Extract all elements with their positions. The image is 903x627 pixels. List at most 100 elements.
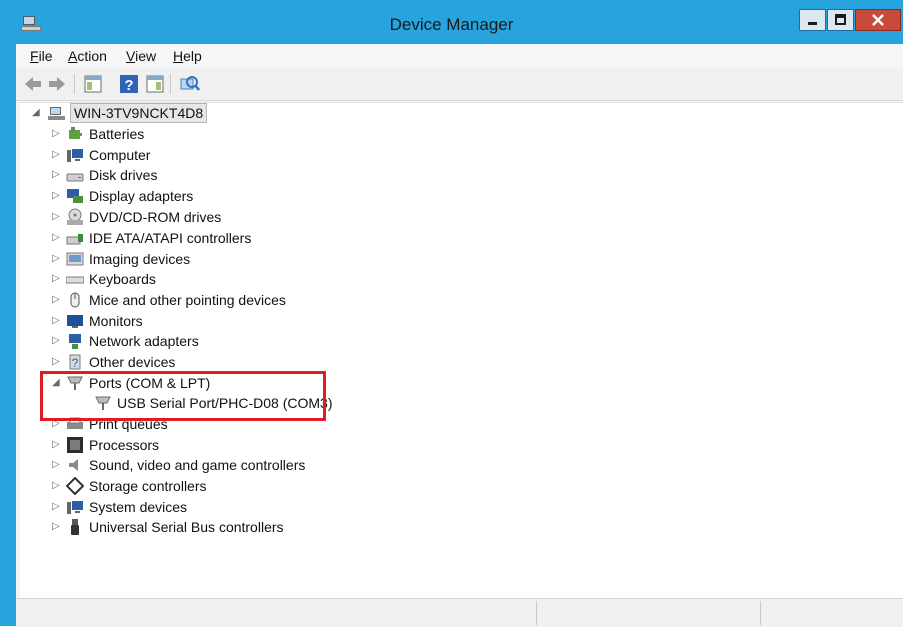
window-title: Device Manager (389, 15, 514, 34)
network-adapter-icon (69, 334, 81, 349)
tree-item-display-adapters[interactable]: ▷ Display adapters (52, 186, 352, 206)
expand-arrow-icon[interactable]: ▷ (52, 252, 62, 266)
close-button[interactable] (855, 9, 901, 31)
properties-icon[interactable] (82, 73, 104, 95)
tree-item-label: Other devices (89, 354, 176, 370)
device-tree[interactable]: ◢ WIN-3TV9NCKT4D8 ▷ Batteries ▷ Computer… (20, 102, 903, 599)
tree-item-label: Display adapters (89, 188, 194, 204)
keyboard-icon (66, 276, 84, 284)
menu-help[interactable]: Help (173, 48, 202, 64)
tree-item-label: System devices (89, 499, 188, 515)
toolbar-separator (170, 74, 171, 94)
toolbar: ? (16, 68, 903, 101)
status-bar-divider (536, 601, 537, 625)
minimize-button[interactable] (799, 9, 826, 31)
tree-item-computer[interactable]: ▷ Computer (52, 145, 352, 165)
imaging-device-icon (66, 252, 84, 266)
disk-drive-icon (66, 173, 84, 182)
tree-item-storage-controllers[interactable]: ▷ Storage controllers (52, 476, 352, 496)
expand-arrow-icon[interactable]: ▷ (52, 168, 62, 182)
expand-arrow-icon[interactable]: ▷ (52, 293, 62, 307)
display-adapter-icon (67, 189, 83, 203)
expand-arrow-icon[interactable]: ▷ (52, 148, 62, 162)
other-devices-icon: ? (69, 354, 81, 370)
svg-text:?: ? (124, 77, 133, 94)
tree-item-label: Monitors (89, 313, 143, 329)
back-icon[interactable] (22, 73, 44, 95)
expand-arrow-icon[interactable]: ▷ (52, 189, 62, 203)
title-bar[interactable]: Device Manager (0, 0, 903, 44)
tree-item-label: Universal Serial Bus controllers (89, 519, 284, 535)
ide-controller-icon (66, 234, 83, 245)
maximize-icon (835, 14, 846, 25)
expand-arrow-icon[interactable]: ▷ (52, 127, 62, 141)
toolbar-separator (74, 74, 75, 94)
tree-item-label: IDE ATA/ATAPI controllers (89, 230, 252, 246)
expand-arrow-icon[interactable]: ▷ (52, 500, 62, 514)
status-bar-divider (760, 601, 761, 625)
expand-arrow-icon[interactable]: ▷ (52, 334, 62, 348)
tree-item-monitors[interactable]: ▷ Monitors (52, 311, 352, 331)
tree-item-other-devices[interactable]: ▷ ? Other devices (52, 352, 352, 372)
processor-icon (67, 437, 83, 453)
menu-bar: File Action View Help (16, 44, 903, 68)
tree-item-label: Network adapters (89, 333, 199, 349)
tree-item-label: DVD/CD-ROM drives (89, 209, 222, 225)
close-icon (872, 14, 884, 26)
show-hide-console-tree-icon[interactable] (144, 73, 166, 95)
help-icon[interactable]: ? (118, 73, 140, 95)
expand-arrow-icon[interactable]: ▷ (52, 210, 62, 224)
expand-arrow-icon[interactable]: ▷ (52, 520, 62, 534)
usb-icon (71, 519, 79, 535)
computer-icon (48, 107, 65, 120)
menu-file[interactable]: File (30, 48, 53, 64)
expand-arrow-icon[interactable]: ▷ (52, 314, 62, 328)
tree-item-label: Mice and other pointing devices (89, 292, 286, 308)
tree-item-label: Storage controllers (89, 478, 207, 494)
expand-arrow-icon[interactable]: ▷ (52, 438, 62, 452)
tree-item-label: Disk drives (89, 167, 158, 183)
device-manager-window: Device Manager File Action View Help ? ◢… (0, 0, 903, 627)
sound-icon (69, 459, 78, 471)
tree-item-mice[interactable]: ▷ Mice and other pointing devices (52, 290, 372, 310)
tree-item-batteries[interactable]: ▷ Batteries (52, 124, 352, 144)
tree-item-label: Computer (89, 147, 151, 163)
menu-view[interactable]: View (126, 48, 156, 64)
expand-arrow-icon[interactable]: ▷ (52, 231, 62, 245)
svg-text:?: ? (72, 356, 79, 370)
tree-item-label: Processors (89, 437, 160, 453)
client-area: File Action View Help ? ◢ WIN-3TV9NCKT4D… (16, 44, 903, 627)
root-computer-name: WIN-3TV9NCKT4D8 (70, 103, 208, 123)
tree-item-sound-video-game[interactable]: ▷ Sound, video and game controllers (52, 455, 372, 475)
expand-arrow-icon[interactable]: ▷ (52, 355, 62, 369)
dvd-drive-icon (67, 208, 83, 225)
highlight-box (40, 371, 326, 421)
scan-hardware-changes-icon[interactable] (178, 73, 200, 95)
tree-item-keyboards[interactable]: ▷ Keyboards (52, 269, 352, 289)
tree-item-usb-controllers[interactable]: ▷ Universal Serial Bus controllers (52, 517, 372, 537)
computer-icon (67, 149, 83, 162)
tree-item-processors[interactable]: ▷ Processors (52, 435, 352, 455)
tree-item-ide-controllers[interactable]: ▷ IDE ATA/ATAPI controllers (52, 228, 352, 248)
system-device-icon (67, 501, 83, 514)
menu-action[interactable]: Action (68, 48, 107, 64)
expand-arrow-icon[interactable]: ▷ (52, 272, 62, 286)
tree-item-label: Imaging devices (89, 251, 191, 267)
tree-item-label: Batteries (89, 126, 145, 142)
minimize-icon (808, 22, 817, 25)
expand-arrow-icon[interactable]: ▷ (52, 458, 62, 472)
tree-root-node[interactable]: ◢ WIN-3TV9NCKT4D8 (32, 103, 222, 123)
expand-arrow-icon[interactable]: ▷ (52, 479, 62, 493)
tree-item-dvd-cd-rom-drives[interactable]: ▷ DVD/CD-ROM drives (52, 207, 352, 227)
tree-item-label: Sound, video and game controllers (89, 457, 306, 473)
maximize-button[interactable] (827, 9, 854, 31)
status-bar (16, 598, 903, 627)
tree-item-disk-drives[interactable]: ▷ Disk drives (52, 165, 352, 185)
tree-item-imaging-devices[interactable]: ▷ Imaging devices (52, 249, 352, 269)
tree-item-network-adapters[interactable]: ▷ Network adapters (52, 331, 352, 351)
monitor-icon (67, 315, 83, 328)
forward-icon[interactable] (46, 73, 68, 95)
collapse-arrow-icon[interactable]: ◢ (32, 106, 42, 120)
tree-item-system-devices[interactable]: ▷ System devices (52, 497, 352, 517)
tree-item-label: Keyboards (89, 271, 156, 287)
